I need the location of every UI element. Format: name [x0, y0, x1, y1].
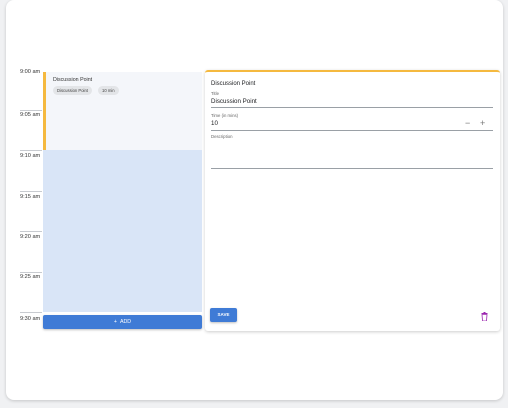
time-field-label: Time (in mins): [211, 113, 239, 118]
time-label: 9:05 am: [20, 112, 41, 118]
time-divider: [20, 312, 42, 313]
add-button-label: ADD: [119, 319, 132, 325]
save-button[interactable]: SAVE: [210, 308, 237, 322]
event-title: Discussion Point: [53, 77, 93, 83]
agenda-event[interactable]: Discussion Point Discussion Point 10 min: [43, 72, 202, 150]
title-field[interactable]: Discussion Point: [211, 98, 257, 105]
event-accent-bar: [43, 72, 46, 150]
title-field-underline: [211, 107, 493, 108]
time-field[interactable]: 10: [211, 120, 218, 127]
time-field-underline: [211, 130, 493, 131]
panel-heading: Discussion Point: [211, 81, 256, 87]
trash-icon[interactable]: [481, 312, 488, 321]
description-field-label: Description: [211, 134, 233, 139]
description-field[interactable]: [211, 142, 493, 167]
event-duration-chip: 10 min: [98, 86, 119, 95]
time-label: 9:25 am: [20, 274, 41, 280]
plus-icon: +: [113, 319, 117, 325]
time-label: 9:00 am: [20, 69, 41, 75]
time-label: 9:10 am: [20, 153, 41, 159]
time-label: 9:15 am: [20, 194, 41, 200]
decrement-button[interactable]: −: [465, 119, 470, 128]
event-type-chip: Discussion Point: [53, 86, 92, 95]
time-divider: [20, 150, 42, 151]
agenda-card: 9:00 am 9:05 am 9:10 am 9:15 am 9:20 am …: [6, 0, 503, 400]
title-field-label: Title: [211, 91, 219, 96]
time-divider: [20, 191, 42, 192]
increment-button[interactable]: +: [480, 119, 485, 128]
time-label: 9:30 am: [20, 316, 41, 322]
time-label: 9:20 am: [20, 234, 41, 240]
edit-panel: Discussion Point Title Discussion Point …: [205, 70, 500, 331]
add-button[interactable]: + ADD: [43, 315, 202, 329]
description-field-underline: [211, 168, 493, 169]
time-divider: [20, 231, 42, 232]
empty-time-slot[interactable]: [43, 150, 202, 312]
timeline: 9:00 am 9:05 am 9:10 am 9:15 am 9:20 am …: [20, 68, 202, 333]
